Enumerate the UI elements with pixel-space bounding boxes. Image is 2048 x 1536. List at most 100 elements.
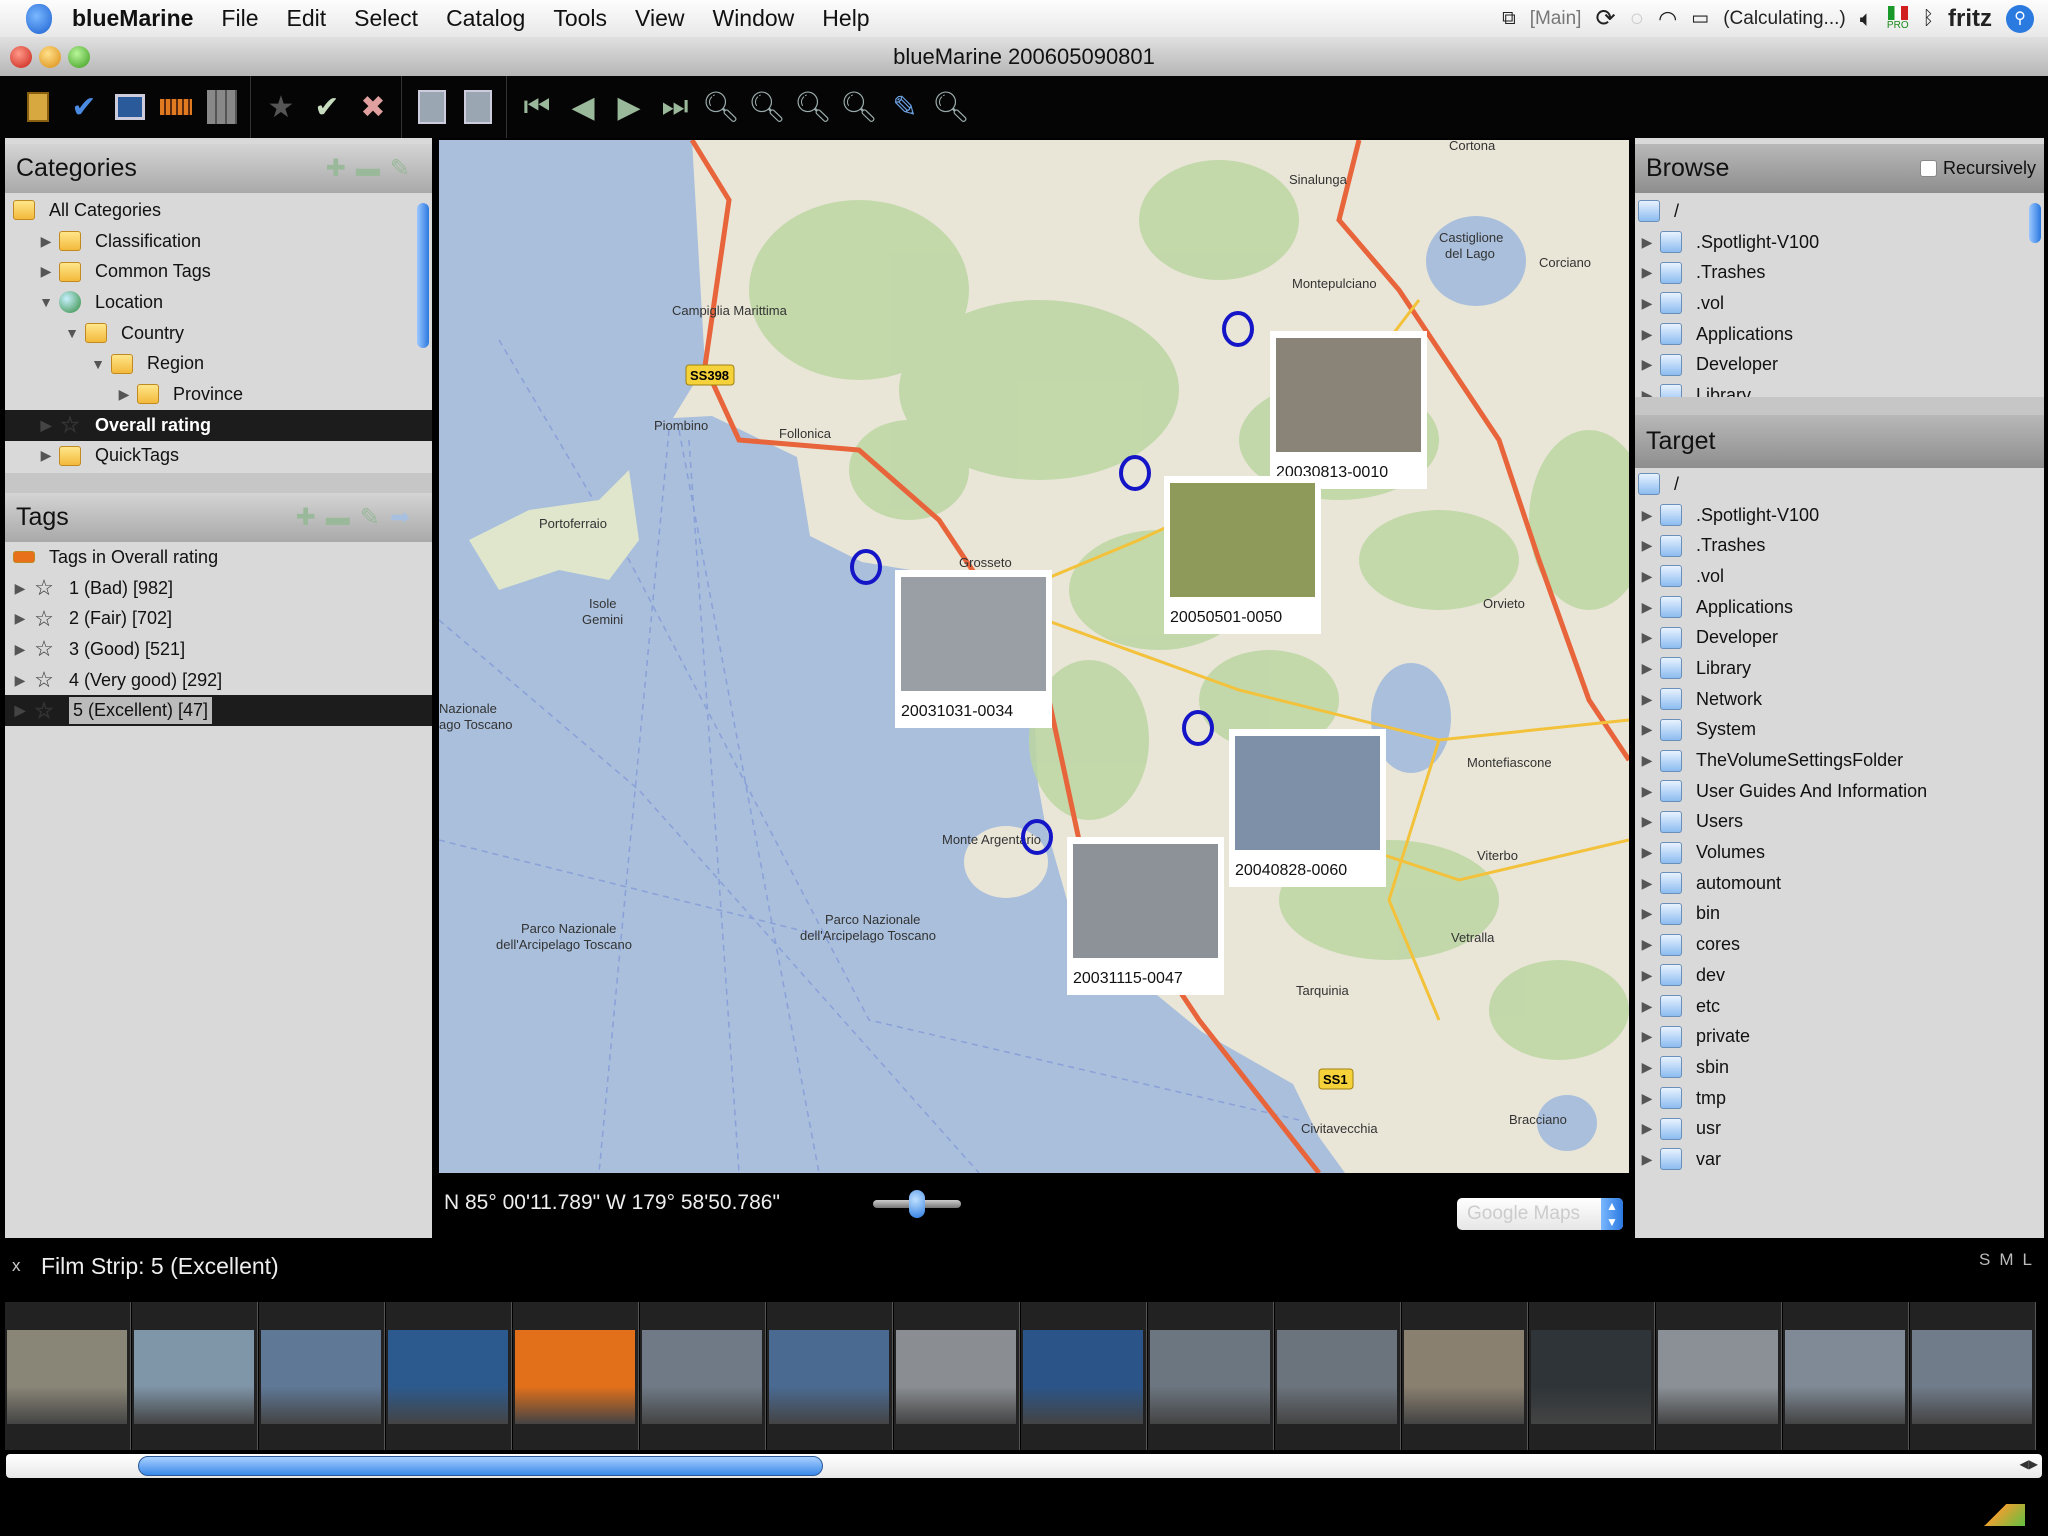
expand-arrow-icon[interactable]: ▶ (1640, 1090, 1654, 1107)
expand-arrow-icon[interactable]: ▶ (1640, 1120, 1654, 1137)
battery-icon[interactable]: ▭ (1691, 7, 1709, 30)
folder-item[interactable]: ▶ private (1635, 1021, 2044, 1052)
filmstrip-scrollbar[interactable]: ◀▶ (6, 1454, 2042, 1478)
expand-arrow-icon[interactable]: ▶ (1640, 998, 1654, 1015)
expand-arrow-icon[interactable]: ▶ (1640, 1028, 1654, 1045)
folder-item[interactable]: ▶ User Guides And Information (1635, 776, 2044, 807)
expand-arrow-icon[interactable]: ▶ (13, 672, 27, 689)
folder-item[interactable]: / (1635, 196, 2044, 227)
folder-item[interactable]: ▶ Applications (1635, 592, 2044, 623)
expand-arrow-icon[interactable]: ▶ (1640, 629, 1654, 646)
filmstrip-thumbnail[interactable] (7, 1330, 127, 1424)
tree-item[interactable]: ▶ ☆ 1 (Bad) [982] (5, 573, 432, 604)
expand-arrow-icon[interactable]: ▶ (1640, 568, 1654, 585)
photo-thumbnail[interactable] (901, 577, 1046, 691)
folder-item[interactable]: ▶ var (1635, 1144, 2044, 1175)
menu-help[interactable]: Help (822, 5, 869, 32)
filmstrip-cell[interactable] (5, 1302, 131, 1450)
folder-item[interactable]: ▶ Library (1635, 380, 2044, 397)
folder-item[interactable]: ▶ TheVolumeSettingsFolder (1635, 745, 2044, 776)
close-window-button[interactable] (10, 46, 32, 68)
collapse-arrow-icon[interactable]: ▼ (65, 325, 79, 341)
thumbnails-icon[interactable] (206, 89, 238, 125)
zoom-out-icon[interactable]: 🔍︎ (748, 89, 786, 125)
filmstrip-cell[interactable] (1783, 1302, 1909, 1450)
tree-item[interactable]: ▶ QuickTags (5, 441, 432, 472)
expand-arrow-icon[interactable]: ▶ (13, 610, 27, 627)
chat-icon[interactable]: ○ (1630, 5, 1645, 33)
zoom-fit-icon[interactable]: 🔍︎ (840, 89, 878, 125)
expand-arrow-icon[interactable]: ▶ (1640, 537, 1654, 554)
filmstrip-cell[interactable] (1529, 1302, 1655, 1450)
forward-tag-icon[interactable]: ➡ (390, 504, 420, 531)
map-canvas[interactable]: Cortona Sinalunga Castiglione del Lago C… (439, 140, 1629, 1173)
filmstrip-thumbnail[interactable] (515, 1330, 635, 1424)
next-icon[interactable]: ▶ (613, 89, 645, 125)
expand-arrow-icon[interactable]: ▶ (1640, 813, 1654, 830)
expand-arrow-icon[interactable]: ▶ (1640, 721, 1654, 738)
photo-callout[interactable]: 20050501-0050 (1164, 476, 1321, 634)
tree-item[interactable]: All Categories (5, 195, 432, 226)
categories-scrollbar[interactable] (417, 203, 429, 348)
menu-view[interactable]: View (635, 5, 684, 32)
map-view[interactable]: Cortona Sinalunga Castiglione del Lago C… (439, 140, 1629, 1173)
last-icon[interactable]: ⏭ (659, 89, 691, 125)
zoom-window-button[interactable] (68, 46, 90, 68)
expand-arrow-icon[interactable]: ▶ (1640, 599, 1654, 616)
filmstrip-scroll-thumb[interactable] (138, 1456, 823, 1476)
filmstrip-cell[interactable] (767, 1302, 893, 1450)
expand-arrow-icon[interactable]: ▶ (1640, 752, 1654, 769)
folder-item[interactable]: ▶ Library (1635, 653, 2044, 684)
add-category-icon[interactable]: ✚ (326, 155, 356, 182)
spaces-label[interactable]: [Main] (1530, 8, 1582, 30)
remove-category-icon[interactable]: ▬ (356, 155, 390, 182)
zoom-in-icon[interactable]: 🔍︎ (702, 89, 740, 125)
expand-arrow-icon[interactable]: ▶ (13, 702, 27, 719)
filmstrip-cell[interactable] (1402, 1302, 1528, 1450)
spotlight-search-icon[interactable]: ⚲ (2006, 4, 2034, 33)
image-after-icon[interactable] (462, 89, 494, 125)
folder-item[interactable]: / (1635, 469, 2044, 500)
tree-item[interactable]: ▶ ☆ 3 (Good) [521] (5, 634, 432, 665)
filmstrip-cell[interactable] (1656, 1302, 1782, 1450)
menu-file[interactable]: File (221, 5, 258, 32)
expand-arrow-icon[interactable]: ▶ (39, 417, 53, 434)
filmstrip-cell[interactable] (640, 1302, 766, 1450)
splitter[interactable] (5, 473, 432, 493)
expand-arrow-icon[interactable]: ▶ (1640, 264, 1654, 281)
tree-item[interactable]: ▶ Classification (5, 226, 432, 257)
expand-arrow-icon[interactable]: ▶ (117, 386, 131, 403)
tree-item[interactable]: Tags in Overall rating (5, 542, 432, 573)
menu-catalog[interactable]: Catalog (446, 5, 525, 32)
recursively-checkbox[interactable] (1919, 160, 1937, 177)
zoom-slider[interactable] (873, 1190, 961, 1218)
zoom-1-1-icon[interactable]: 🔍︎ (794, 89, 832, 125)
remove-tag-icon[interactable]: ▬ (326, 504, 360, 531)
tree-item[interactable]: ▼ Country (5, 318, 432, 349)
size-large[interactable]: L (2023, 1250, 2032, 1270)
minimize-window-button[interactable] (39, 46, 61, 68)
tree-item[interactable]: ▶ ☆ 4 (Very good) [292] (5, 665, 432, 696)
size-medium[interactable]: M (1999, 1250, 2013, 1270)
collapse-arrow-icon[interactable]: ▼ (91, 356, 105, 372)
filmstrip-thumbnail[interactable] (1531, 1330, 1651, 1424)
tree-item[interactable]: ▶ ☆ 5 (Excellent) [47] (5, 695, 432, 727)
bluetooth-icon[interactable]: ᛒ (1923, 8, 1934, 30)
folder-item[interactable]: ▶ etc (1635, 991, 2044, 1022)
expand-arrow-icon[interactable]: ▶ (39, 233, 53, 250)
folder-item[interactable]: ▶ .Spotlight-V100 (1635, 227, 2044, 258)
add-tag-icon[interactable]: ✚ (296, 504, 326, 531)
tree-item[interactable]: ▶ ☆ 2 (Fair) [702] (5, 603, 432, 634)
expand-arrow-icon[interactable]: ▶ (1640, 936, 1654, 953)
menu-tools[interactable]: Tools (553, 5, 607, 32)
filmstrip-thumbnail[interactable] (1404, 1330, 1524, 1424)
folder-item[interactable]: ▶ usr (1635, 1113, 2044, 1144)
expand-arrow-icon[interactable]: ▶ (1640, 875, 1654, 892)
folder-item[interactable]: ▶ .Spotlight-V100 (1635, 500, 2044, 531)
filmstrip-cell[interactable] (513, 1302, 639, 1450)
filmstrip-cell[interactable] (1021, 1302, 1147, 1450)
expand-arrow-icon[interactable]: ▶ (39, 447, 53, 464)
browse-scrollbar[interactable] (2029, 203, 2041, 243)
expand-arrow-icon[interactable]: ▶ (1640, 326, 1654, 343)
expand-arrow-icon[interactable]: ▶ (1640, 1151, 1654, 1168)
